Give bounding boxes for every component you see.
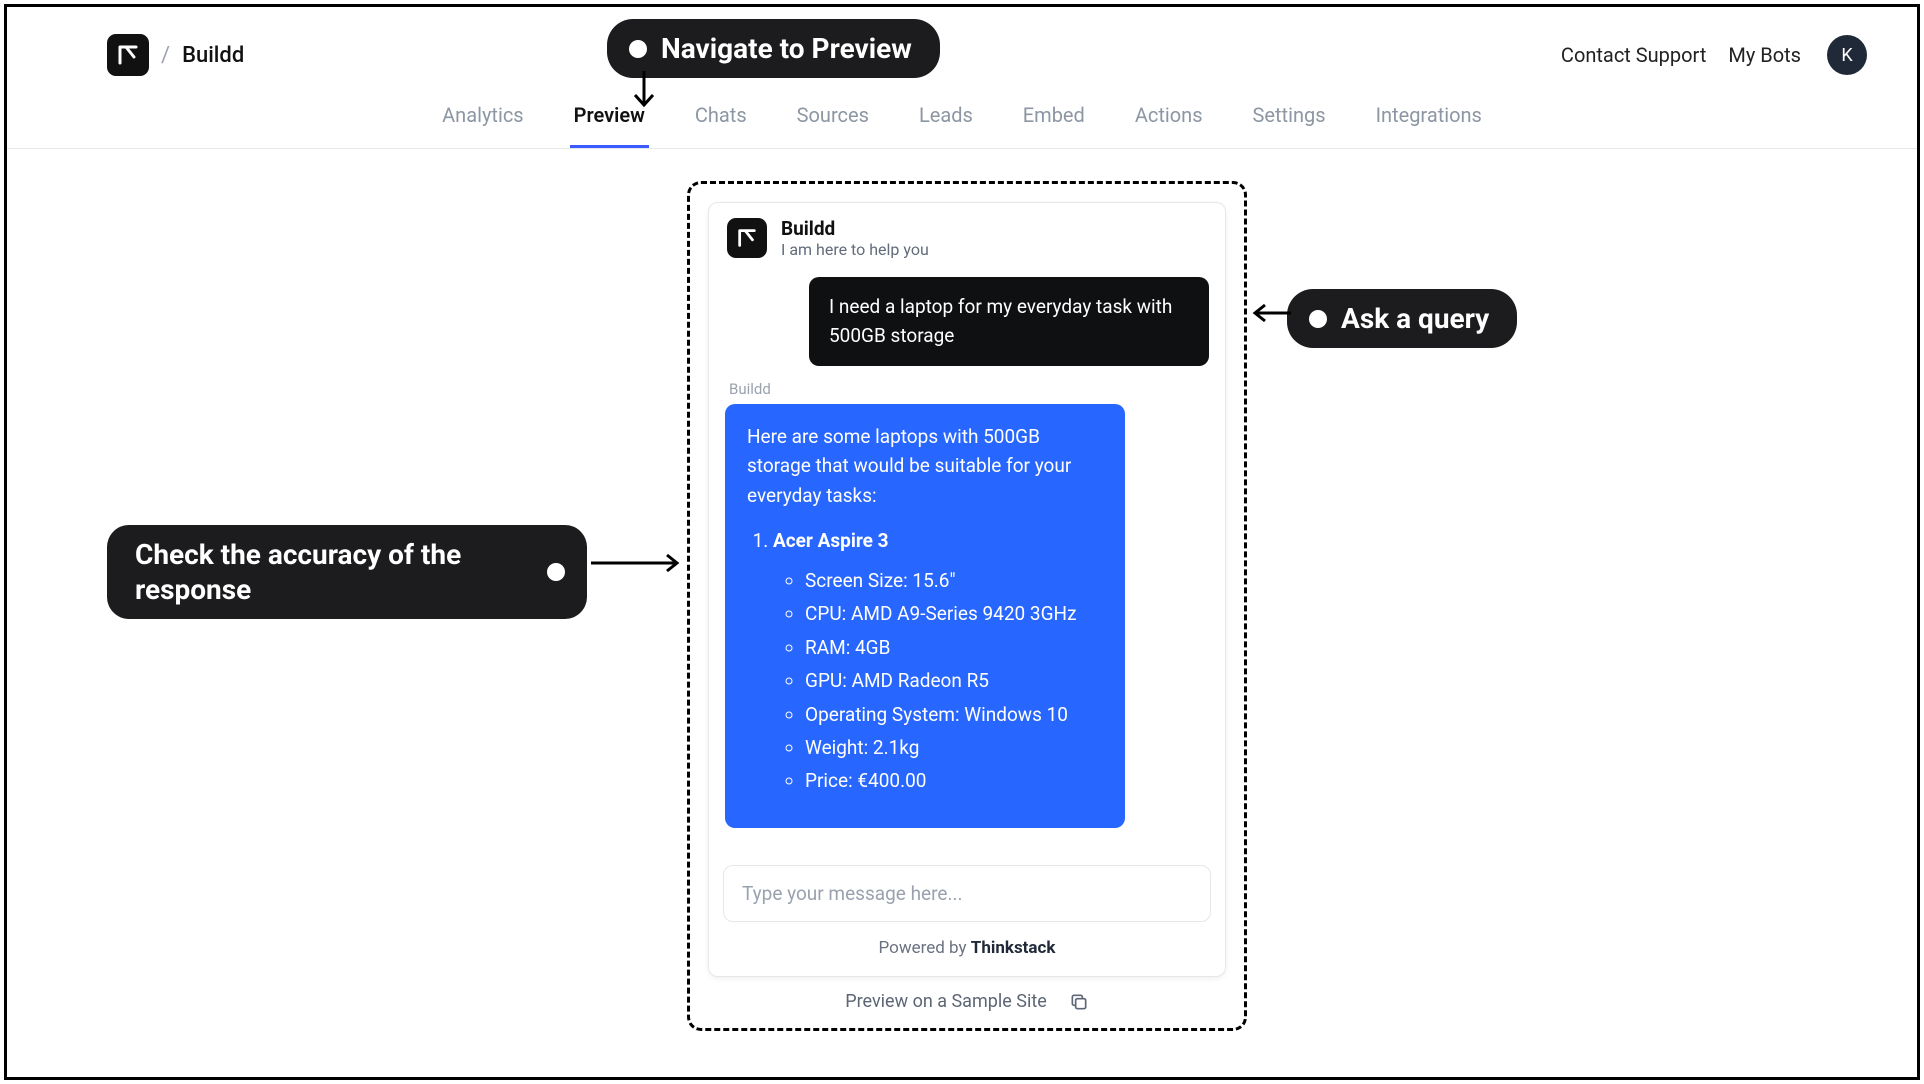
bullet-icon <box>547 563 565 581</box>
product-specs: Screen Size: 15.6" CPU: AMD A9-Series 94… <box>805 566 1103 796</box>
spec-item: Operating System: Windows 10 <box>805 700 1103 729</box>
tab-actions[interactable]: Actions <box>1131 85 1207 148</box>
spec-item: CPU: AMD A9-Series 9420 3GHz <box>805 599 1103 628</box>
chat-title: Buildd <box>781 217 929 240</box>
tab-analytics[interactable]: Analytics <box>438 85 528 148</box>
tab-leads[interactable]: Leads <box>915 85 977 148</box>
spec-item: Screen Size: 15.6" <box>805 566 1103 595</box>
bot-name-label: Buildd <box>729 380 1209 398</box>
annotation-text: Check the accuracy of the response <box>135 537 533 607</box>
annotation-bubble-check: Check the accuracy of the response <box>107 525 587 619</box>
app-logo[interactable] <box>107 34 149 76</box>
tab-sources[interactable]: Sources <box>793 85 873 148</box>
bot-message: Here are some laptops with 500GB storage… <box>725 404 1125 828</box>
spec-item: Price: €400.00 <box>805 766 1103 795</box>
tab-integrations[interactable]: Integrations <box>1372 85 1486 148</box>
tab-embed[interactable]: Embed <box>1019 85 1089 148</box>
arrow-left-icon <box>1245 301 1291 325</box>
annotation-bubble-ask: Ask a query <box>1287 289 1517 348</box>
arrow-right-icon <box>591 551 687 575</box>
preview-frame: Buildd I am here to help you I need a la… <box>687 181 1247 1031</box>
annotation-text: Ask a query <box>1341 301 1489 336</box>
user-message: I need a laptop for my everyday task wit… <box>809 277 1209 366</box>
tab-bar: Analytics Preview Chats Sources Leads Em… <box>7 85 1917 149</box>
annotation-bubble-navigate: Navigate to Preview <box>607 19 940 78</box>
spec-item: GPU: AMD Radeon R5 <box>805 666 1103 695</box>
chat-widget: Buildd I am here to help you I need a la… <box>708 202 1226 977</box>
user-avatar[interactable]: K <box>1827 35 1867 75</box>
tab-settings[interactable]: Settings <box>1249 85 1330 148</box>
spec-item: Weight: 2.1kg <box>805 733 1103 762</box>
logo-icon <box>736 227 758 249</box>
preview-sample-site-link[interactable]: Preview on a Sample Site <box>845 991 1047 1012</box>
tab-chats[interactable]: Chats <box>691 85 751 148</box>
annotation-text: Navigate to Preview <box>661 31 912 66</box>
chat-input-container <box>723 865 1211 922</box>
my-bots-link[interactable]: My Bots <box>1728 43 1801 67</box>
product-name: Acer Aspire 3 <box>773 529 889 552</box>
chat-subtitle: I am here to help you <box>781 240 929 259</box>
chat-logo <box>727 218 767 258</box>
chat-input[interactable] <box>742 882 1192 905</box>
chat-header: Buildd I am here to help you <box>709 203 1225 273</box>
copy-icon[interactable] <box>1069 992 1089 1012</box>
powered-by: Powered by Thinkstack <box>709 922 1225 976</box>
bullet-icon <box>629 40 647 58</box>
chat-messages[interactable]: I need a laptop for my everyday task wit… <box>709 273 1225 853</box>
spec-item: RAM: 4GB <box>805 633 1103 662</box>
powered-prefix: Powered by <box>879 938 971 958</box>
project-name[interactable]: Buildd <box>182 43 244 68</box>
powered-brand[interactable]: Thinkstack <box>971 938 1056 958</box>
breadcrumb-separator: / <box>161 43 170 68</box>
logo-icon <box>116 43 140 67</box>
bot-intro-text: Here are some laptops with 500GB storage… <box>747 422 1103 510</box>
bullet-icon <box>1309 310 1327 328</box>
arrow-down-icon <box>629 71 659 115</box>
contact-support-link[interactable]: Contact Support <box>1561 43 1706 67</box>
